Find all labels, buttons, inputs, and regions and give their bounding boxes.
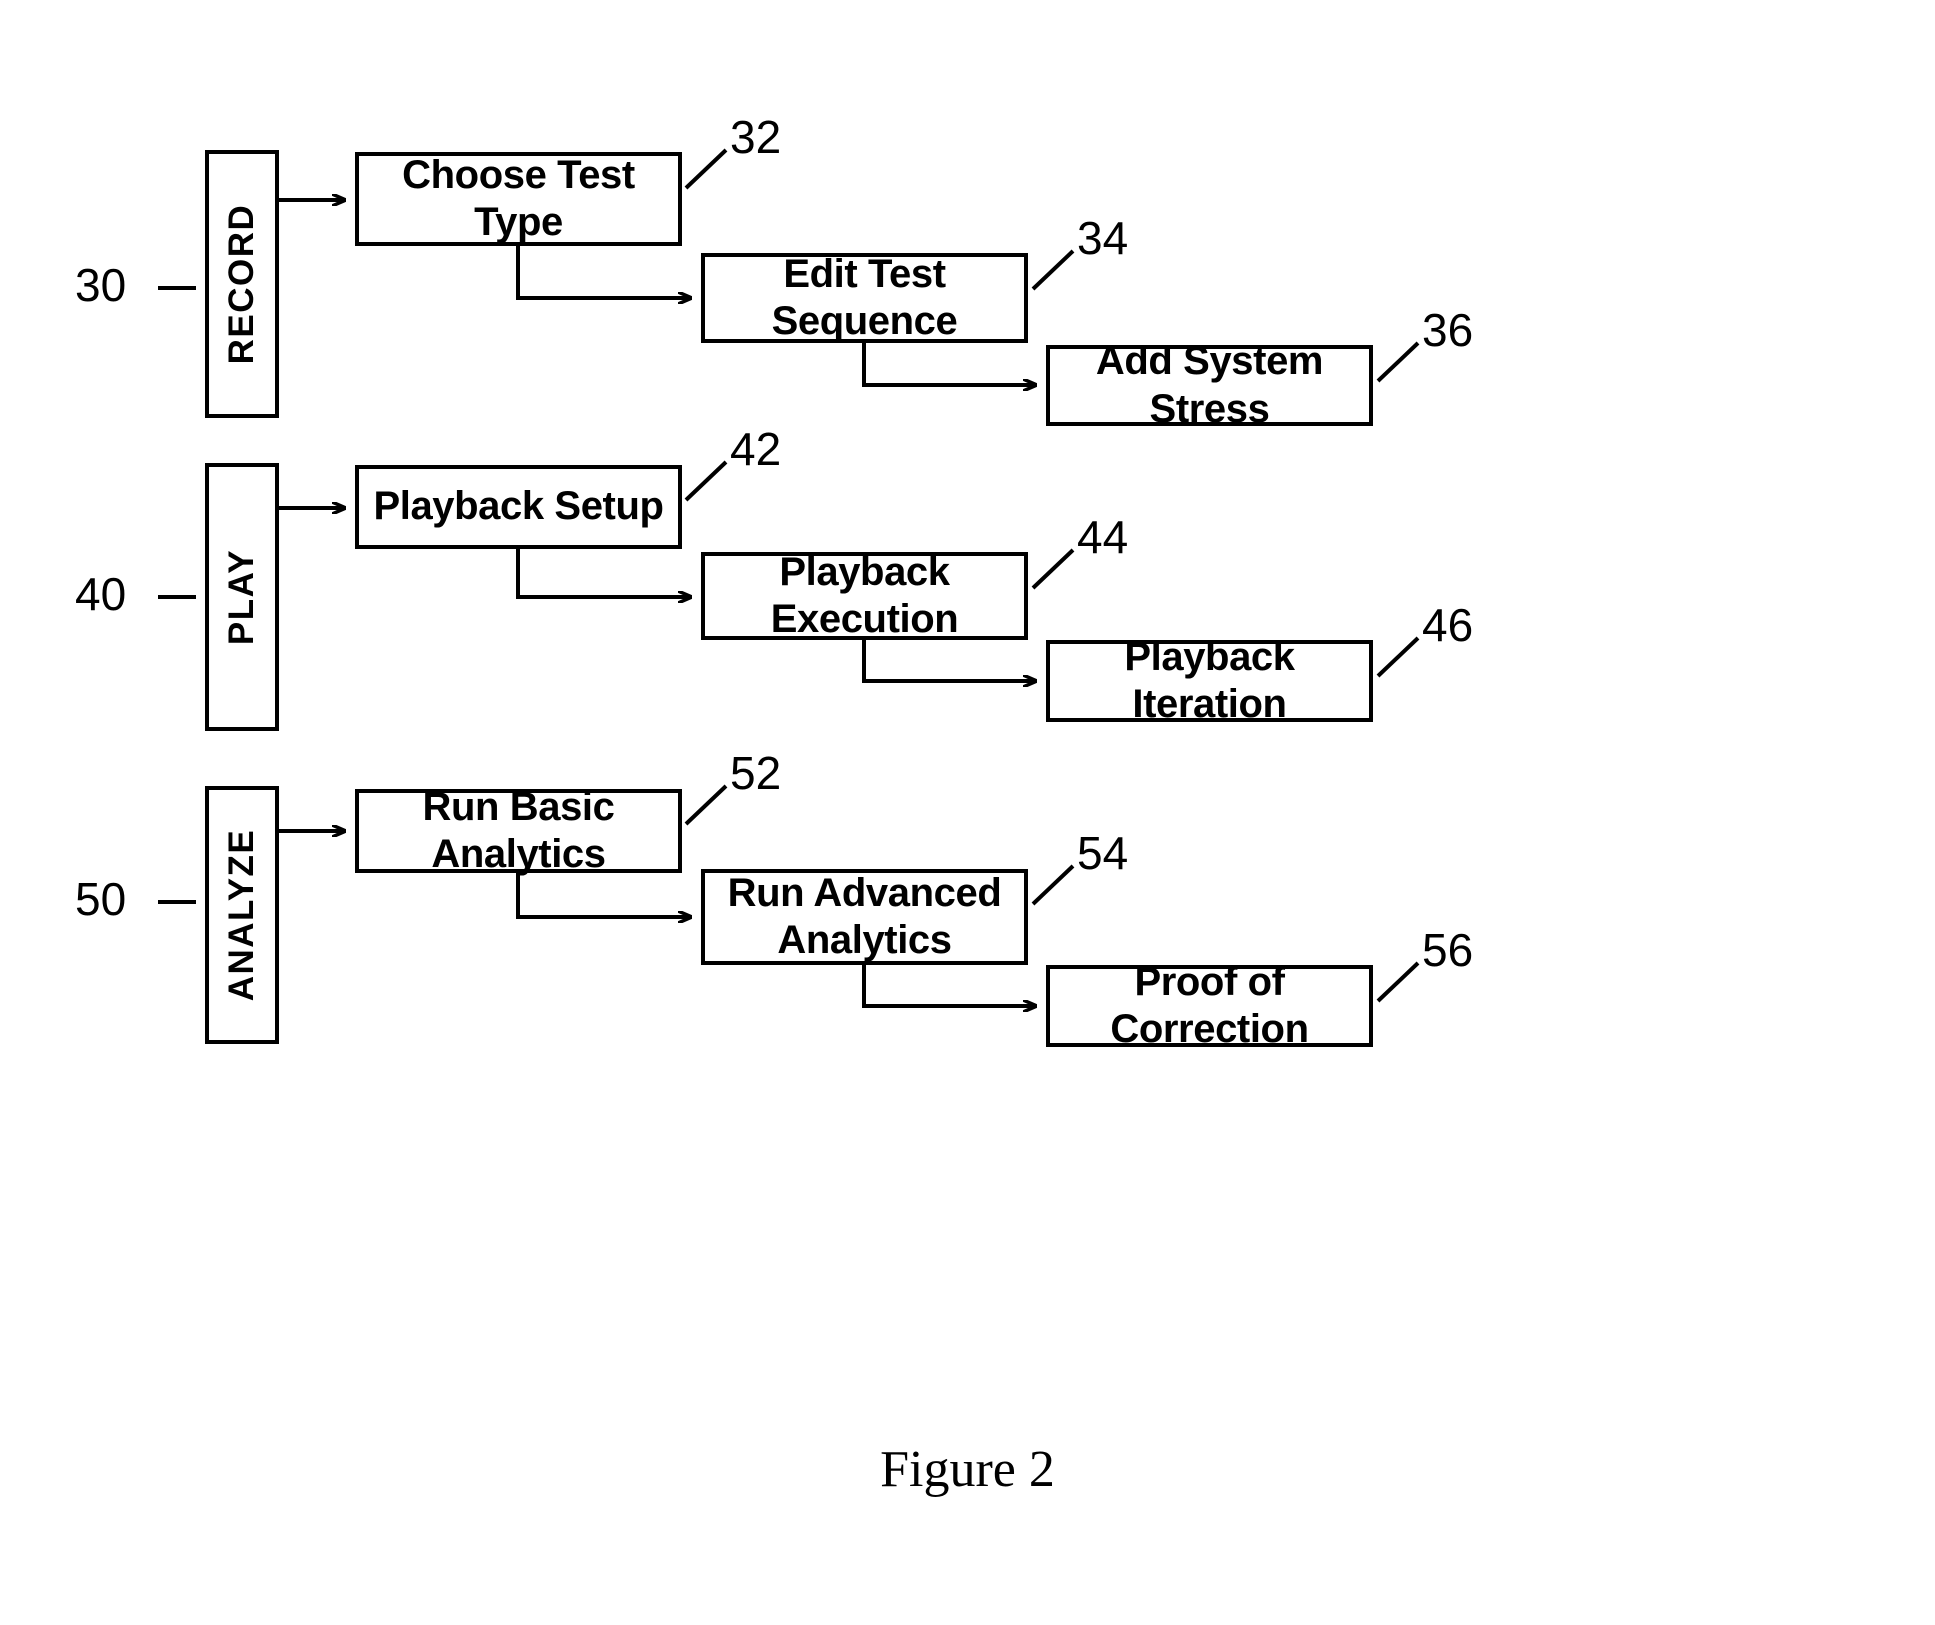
node-label-run-advanced-analytics: Run Advanced Analytics <box>727 870 1002 962</box>
figure-connectors-layer <box>158 148 1420 1625</box>
node-label-add-system-stress: Add System Stress <box>1095 339 1324 431</box>
leader-line-56 <box>1376 961 1420 1003</box>
ref-number-36: 36 <box>1422 304 1474 356</box>
stage-box-analyze[interactable]: ANALYZE <box>205 786 279 1044</box>
node-label-playback-execution: Playback Execution <box>770 549 959 641</box>
node-playback-execution[interactable]: Playback Execution <box>701 549 1028 641</box>
node-playback-setup[interactable]: Playback Setup <box>355 465 682 549</box>
connector-advanced-to-proof <box>862 965 1036 1006</box>
ref-number-54: 54 <box>1077 827 1129 879</box>
node-label-proof-of-correction: Proof of Correction <box>1110 959 1309 1051</box>
node-add-system-stress[interactable]: Add System Stress <box>1046 339 1373 431</box>
stage-box-play[interactable]: PLAY <box>205 463 279 731</box>
node-run-advanced-analytics[interactable]: Run Advanced Analytics <box>701 869 1028 965</box>
ref-number-32: 32 <box>730 111 782 163</box>
connector-choose-to-edit <box>516 246 691 298</box>
stage-label-play: PLAY <box>222 548 261 646</box>
leader-line-46 <box>1376 636 1420 678</box>
leader-line-34 <box>1031 249 1075 291</box>
stage-label-analyze: ANALYZE <box>222 828 261 1002</box>
figure-caption: Figure 2 <box>880 1441 1055 1498</box>
ref-number-46: 46 <box>1422 599 1474 651</box>
node-proof-of-correction[interactable]: Proof of Correction <box>1046 960 1373 1051</box>
connector-basic-to-advanced <box>516 873 691 917</box>
node-playback-iteration[interactable]: Playback Iteration <box>1046 635 1373 726</box>
patent-figure-2: RECORD 30 PLAY 40 ANALYZE 50 Choose Test… <box>0 0 1935 1625</box>
node-label-choose-test-type: Choose Test Type <box>402 152 635 244</box>
connector-edit-to-stress <box>862 343 1036 385</box>
ref-number-42: 42 <box>730 423 782 475</box>
ref-number-34: 34 <box>1077 212 1129 264</box>
node-choose-test-type[interactable]: Choose Test Type <box>355 152 682 246</box>
node-edit-test-sequence[interactable]: Edit Test Sequence <box>701 251 1028 343</box>
node-run-basic-analytics[interactable]: Run Basic Analytics <box>355 785 682 876</box>
leader-line-42 <box>684 460 728 502</box>
ref-number-30: 30 <box>75 259 127 311</box>
node-label-edit-test-sequence: Edit Test Sequence <box>771 251 958 343</box>
ref-number-52: 52 <box>730 747 782 799</box>
ref-number-44: 44 <box>1077 511 1129 563</box>
ref-number-40: 40 <box>75 568 127 620</box>
stage-box-record[interactable]: RECORD <box>205 150 279 418</box>
leader-line-36 <box>1376 341 1420 383</box>
connector-execution-to-iteration <box>862 640 1036 681</box>
leader-line-54 <box>1031 864 1075 906</box>
leader-line-32 <box>684 148 728 190</box>
stage-label-record: RECORD <box>222 203 261 365</box>
connector-setup-to-execution <box>516 549 691 597</box>
node-label-run-basic-analytics: Run Basic Analytics <box>422 784 615 876</box>
ref-number-56: 56 <box>1422 924 1474 976</box>
ref-number-50: 50 <box>75 873 127 925</box>
node-label-playback-iteration: Playback Iteration <box>1124 634 1295 726</box>
leader-line-52 <box>684 784 728 826</box>
node-label-playback-setup: Playback Setup <box>373 484 664 529</box>
leader-line-44 <box>1031 548 1075 590</box>
